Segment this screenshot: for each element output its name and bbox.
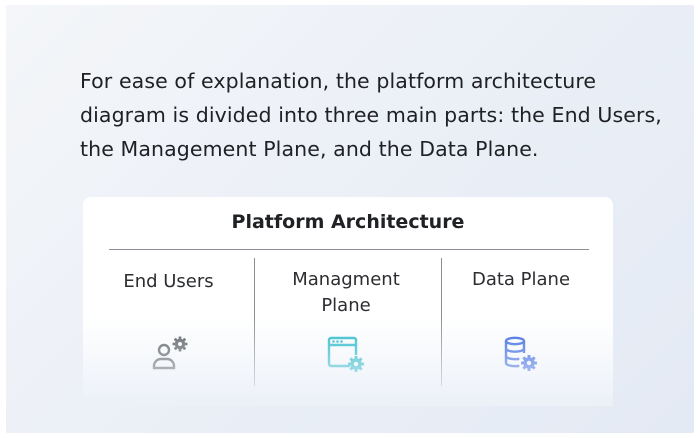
intro-paragraph: For ease of explanation, the platform ar… bbox=[80, 69, 662, 161]
column-label-management-plane: Managment Plane bbox=[292, 269, 400, 316]
column-label-end-users: End Users bbox=[123, 271, 214, 292]
title-divider bbox=[109, 249, 589, 250]
card-title: Platform Architecture bbox=[231, 211, 465, 233]
card-bottom-fade bbox=[83, 316, 613, 406]
column-label-data-plane: Data Plane bbox=[471, 269, 571, 290]
